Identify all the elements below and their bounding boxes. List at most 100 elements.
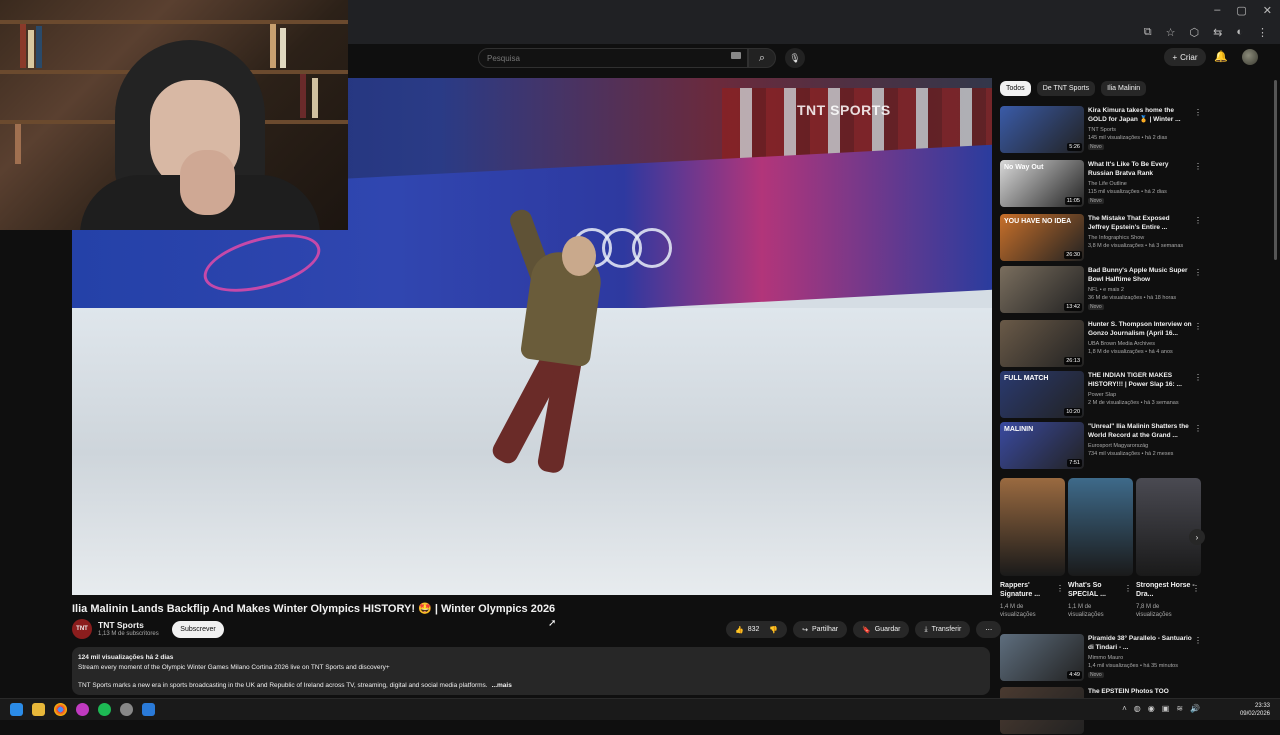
skater-head <box>562 236 596 276</box>
recommendation-item[interactable]: YOU HAVE NO IDEA 26:30 The Mistake That Ex… <box>1000 214 1205 262</box>
channel-name[interactable]: TNT Sports <box>98 620 144 630</box>
like-count[interactable]: 832 <box>748 626 760 633</box>
page-scrollbar[interactable] <box>1274 80 1277 260</box>
video-thumbnail[interactable]: 4:49 <box>1000 634 1084 681</box>
chrome-icon[interactable] <box>54 703 67 716</box>
more-vertical-icon[interactable]: ⋮ <box>1194 636 1202 645</box>
short-thumbnail[interactable] <box>1000 478 1065 576</box>
video-thumbnail[interactable]: No Way Out 11:05 <box>1000 160 1084 207</box>
video-title[interactable]: The Mistake That Exposed Jeffrey Epstein… <box>1088 214 1192 232</box>
video-title[interactable]: "Unreal" Ilia Malinin Shatters the World… <box>1088 422 1192 440</box>
search-input[interactable]: Pesquisa <box>478 48 748 68</box>
search-icon: ⌕ <box>758 51 766 64</box>
keyboard-icon[interactable] <box>731 52 741 59</box>
save-button[interactable]: 🔖 Guardar <box>853 621 910 638</box>
recommendation-item[interactable]: 4:49 Piramide 38° Parallelo - Santuario d… <box>1000 634 1205 682</box>
system-clock[interactable]: 23:33 09/02/2026 <box>1240 702 1270 718</box>
chevron-up-icon[interactable]: ˄ <box>1122 704 1127 713</box>
more-vertical-icon[interactable]: ⋮ <box>1194 162 1202 171</box>
video-actions: 👍 832 👎 ↪ Partilhar 🔖 Guardar ⤓ Transfer… <box>726 621 1002 638</box>
like-icon[interactable]: 👍 <box>735 626 744 634</box>
video-thumbnail[interactable]: 5:26 <box>1000 106 1084 153</box>
chip-ilia-malinin[interactable]: Ilia Malinin <box>1101 81 1147 96</box>
messenger-icon[interactable] <box>76 703 89 716</box>
volume-icon[interactable]: 🔊 <box>1190 704 1200 713</box>
tray-app-icon[interactable]: ◍ <box>1134 704 1141 713</box>
short-title[interactable]: Strongest Horse - Dra... <box>1136 581 1196 599</box>
video-title[interactable]: Kira Kimura takes home the GOLD for Japa… <box>1088 106 1192 124</box>
chip-all[interactable]: Todos <box>1000 81 1031 96</box>
short-title[interactable]: What's So SPECIAL ... <box>1068 581 1128 599</box>
extension-icon[interactable]: ⇆ <box>1213 26 1222 39</box>
short-title[interactable]: Rappers' Signature ... <box>1000 581 1060 599</box>
filter-chips: Todos De TNT Sports Ilia Malinin <box>1000 81 1147 96</box>
vscode-icon[interactable] <box>142 703 155 716</box>
show-more-link[interactable]: ...mais <box>492 682 512 689</box>
short-views: 1,1 M de visualizações <box>1068 604 1104 618</box>
video-title[interactable]: The EPSTEIN Photos TOO <box>1088 687 1192 696</box>
video-title[interactable]: Hunter S. Thompson Interview on Gonzo Jo… <box>1088 320 1192 338</box>
create-button[interactable]: + Criar <box>1164 48 1206 66</box>
chevron-right-icon[interactable]: › <box>1189 529 1205 545</box>
more-actions-button[interactable]: ⋯ <box>976 621 1002 638</box>
recommendation-item[interactable]: No Way Out 11:05 What It's Like To Be Ever… <box>1000 160 1205 208</box>
more-vertical-icon[interactable]: ⋮ <box>1194 216 1202 225</box>
video-thumbnail[interactable]: 26:13 <box>1000 320 1084 367</box>
more-vertical-icon[interactable]: ⋮ <box>1194 373 1202 382</box>
video-thumbnail[interactable]: FULL MATCH 10:20 <box>1000 371 1084 418</box>
close-button[interactable]: ✕ <box>1263 4 1272 17</box>
more-vertical-icon[interactable]: ⋮ <box>1194 108 1202 117</box>
windows-start-icon[interactable] <box>10 703 23 716</box>
more-vertical-icon[interactable]: ⋮ <box>1194 322 1202 331</box>
file-explorer-icon[interactable] <box>32 703 45 716</box>
dislike-icon[interactable]: 👎 <box>769 626 778 634</box>
channel-name: The Life Outline <box>1088 181 1127 187</box>
more-vertical-icon[interactable]: ⋮ <box>1194 268 1202 277</box>
video-title[interactable]: Piramide 38° Parallelo - Santuario di Ti… <box>1088 634 1192 652</box>
menu-kebab-icon[interactable]: ⋮ <box>1257 26 1268 39</box>
recommendation-item[interactable]: 26:13 Hunter S. Thompson Interview on Gon… <box>1000 320 1205 368</box>
video-thumbnail[interactable]: 13:42 <box>1000 266 1084 313</box>
recommendation-item[interactable]: FULL MATCH 10:20 THE INDIAN TIGER MAKES HI… <box>1000 371 1205 419</box>
cast-icon[interactable]: ⧉ <box>1144 26 1152 39</box>
download-button[interactable]: ⤓ Transferir <box>915 621 971 638</box>
recommendation-item[interactable]: 13:42 Bad Bunny's Apple Music Super Bowl … <box>1000 266 1205 314</box>
channel-avatar[interactable]: TNT <box>72 619 92 639</box>
book <box>15 124 21 164</box>
search-button[interactable]: ⌕ <box>748 48 776 68</box>
video-thumbnail[interactable]: MALININ 7:51 <box>1000 422 1084 469</box>
tray-app-icon[interactable]: ▣ <box>1162 704 1170 713</box>
new-badge: Novo <box>1088 144 1104 150</box>
bookmark-star-icon[interactable]: ☆ <box>1166 26 1176 39</box>
video-title[interactable]: What It's Like To Be Every Russian Bratv… <box>1088 160 1192 178</box>
maximize-button[interactable]: ▢ <box>1236 4 1246 17</box>
more-vertical-icon[interactable]: ⋮ <box>1056 584 1064 593</box>
description-box[interactable]: 124 mil visualizações há 2 dias Stream e… <box>72 647 990 695</box>
recommendation-item[interactable]: MALININ 7:51 "Unreal" Ilia Malinin Shatter… <box>1000 422 1205 470</box>
video-title[interactable]: Bad Bunny's Apple Music Super Bowl Halft… <box>1088 266 1192 284</box>
profile-icon[interactable]: ◐ <box>1236 26 1243 39</box>
spotify-icon[interactable] <box>98 703 111 716</box>
recommendation-item[interactable]: 5:26 Kira Kimura takes home the GOLD for … <box>1000 106 1205 154</box>
notifications-bell-icon[interactable]: 🔔 <box>1214 50 1228 63</box>
window-controls: – ▢ ✕ <box>1214 4 1272 17</box>
book <box>28 30 34 68</box>
tray-app-icon[interactable]: ◉ <box>1148 704 1155 713</box>
share-button[interactable]: ↪ Partilhar <box>793 621 848 638</box>
more-vertical-icon[interactable]: ⋮ <box>1124 584 1132 593</box>
more-vertical-icon[interactable]: ⋮ <box>1192 584 1200 593</box>
video-title[interactable]: THE INDIAN TIGER MAKES HISTORY!!! | Powe… <box>1088 371 1192 389</box>
voice-search-button[interactable]: 🎙 <box>785 48 805 68</box>
account-avatar[interactable] <box>1242 49 1258 65</box>
obs-icon[interactable] <box>120 703 133 716</box>
more-vertical-icon[interactable]: ⋮ <box>1194 424 1202 433</box>
minimize-button[interactable]: – <box>1214 4 1220 17</box>
extensions-icon[interactable]: ⬡ <box>1190 26 1200 39</box>
short-thumbnail[interactable] <box>1136 478 1201 576</box>
video-thumbnail[interactable]: YOU HAVE NO IDEA 26:30 <box>1000 214 1084 261</box>
wifi-icon[interactable]: ≋ <box>1176 704 1183 713</box>
book <box>20 24 26 68</box>
chip-from-channel[interactable]: De TNT Sports <box>1036 81 1096 96</box>
short-thumbnail[interactable] <box>1068 478 1133 576</box>
subscribe-button[interactable]: Subscrever <box>172 621 224 638</box>
